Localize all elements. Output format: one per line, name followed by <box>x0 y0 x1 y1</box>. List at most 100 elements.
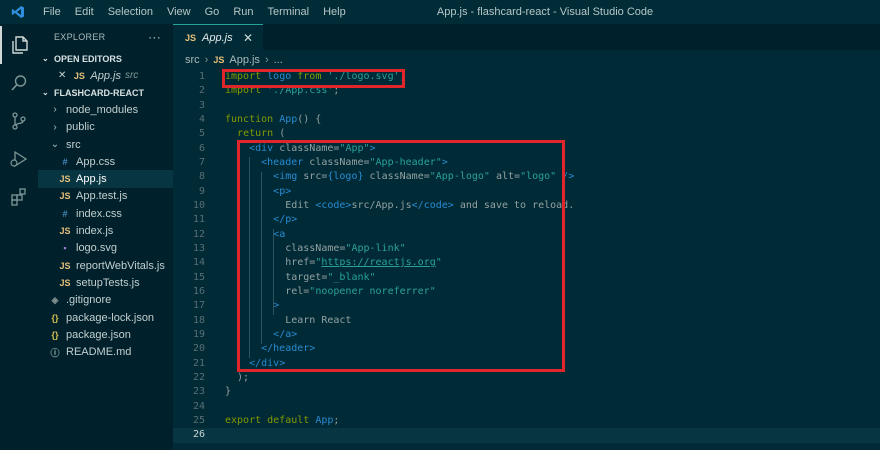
code-token: App <box>279 113 298 125</box>
extensions-activity[interactable] <box>0 178 38 216</box>
tree-item[interactable]: {} package.json <box>38 326 173 343</box>
search-activity[interactable] <box>0 64 38 102</box>
code-line[interactable]: 23} <box>173 385 880 399</box>
close-tab-icon[interactable]: ✕ <box>243 31 253 45</box>
project-label: FLASHCARD-REACT <box>54 87 144 98</box>
indent-guide <box>273 229 274 315</box>
code-line[interactable]: 19 </a> <box>173 328 880 342</box>
info-icon: ⓘ <box>50 347 60 358</box>
code-token: </code> <box>411 199 454 211</box>
more-actions-button[interactable]: ··· <box>148 30 161 44</box>
code-line[interactable]: 5 return ( <box>173 127 880 141</box>
tree-item[interactable]: JS index.js <box>38 222 173 239</box>
tree-item[interactable]: ▪ logo.svg <box>38 240 173 257</box>
code-text: className="App-link" <box>225 242 405 256</box>
open-editors-section[interactable]: ⌄ OPEN EDITORS <box>38 50 173 67</box>
line-number: 4 <box>198 113 205 125</box>
code-line[interactable]: 13 className="App-link" <box>173 242 880 256</box>
code-token: "App" <box>339 142 370 154</box>
open-editor-folder: src <box>124 70 139 82</box>
code-line[interactable]: 15 target="_blank" <box>173 271 880 285</box>
code-token: <header <box>261 156 310 168</box>
js-file-icon: JS <box>185 32 197 43</box>
tree-item[interactable]: ◈ .gitignore <box>38 292 173 309</box>
code-line[interactable]: 21 </div> <box>173 357 880 371</box>
menu-edit[interactable]: Edit <box>68 0 101 24</box>
code-line[interactable]: 9 <p> <box>173 185 880 199</box>
open-editor-item[interactable]: ✕ JS App.js src <box>38 67 173 84</box>
tree-item[interactable]: JS reportWebVitals.js <box>38 257 173 274</box>
code-line[interactable]: 22 ); <box>173 371 880 385</box>
js-file-icon: JS <box>213 55 225 65</box>
code-line[interactable]: 2 import './App.css'; <box>173 84 880 98</box>
code-line[interactable]: 1 import logo from './logo.svg'; <box>173 70 880 84</box>
code-line[interactable]: 6 <div className="App"> <box>173 142 880 156</box>
code-token: <a <box>273 228 286 240</box>
code-token: {logo} <box>327 171 370 183</box>
code-text: Edit <code>src/App.js</code> and save to… <box>225 199 574 213</box>
code-text: } <box>225 385 231 399</box>
js-file-icon: JS <box>59 191 71 202</box>
tree-item[interactable]: JS App.test.js <box>38 188 173 205</box>
tree-item[interactable]: ⌄ src <box>38 136 173 153</box>
line-number: 6 <box>198 142 205 154</box>
tree-item-label: .gitignore <box>66 294 112 307</box>
menu-file[interactable]: File <box>36 0 68 24</box>
code-line[interactable]: 24 <box>173 400 880 414</box>
source-control-activity[interactable] <box>0 102 38 140</box>
explorer-activity[interactable] <box>0 26 38 64</box>
tree-item[interactable]: ⓘ README.md <box>38 343 173 360</box>
breadcrumb-more[interactable]: ... <box>274 54 283 66</box>
tab-label: App.js <box>202 31 233 44</box>
project-section[interactable]: ⌄ FLASHCARD-REACT <box>38 84 173 101</box>
menu-selection[interactable]: Selection <box>101 0 160 24</box>
code-line[interactable]: 18 Learn React <box>173 314 880 328</box>
tree-item[interactable]: {} package-lock.json <box>38 309 173 326</box>
menu-run[interactable]: Run <box>226 0 260 24</box>
code-token: href= <box>225 257 316 269</box>
tree-item[interactable]: › public <box>38 119 173 136</box>
breadcrumb-folder[interactable]: src <box>185 54 200 66</box>
line-number: 2 <box>198 85 205 97</box>
chevron-right-icon: › <box>53 121 57 133</box>
close-icon[interactable]: ✕ <box>58 70 66 81</box>
explorer-header: EXPLORER ··· <box>38 24 173 50</box>
code-line[interactable]: 8 <img src={logo} className="App-logo" a… <box>173 170 880 184</box>
code-line[interactable]: 7 <header className="App-header"> <box>173 156 880 170</box>
code-text: Learn React <box>225 314 351 328</box>
code-token: > <box>273 300 280 312</box>
code-token: from <box>297 71 328 82</box>
code-line[interactable]: 4 function App() { <box>173 113 880 127</box>
run-debug-activity[interactable] <box>0 140 38 178</box>
code-line[interactable]: 3 <box>173 99 880 113</box>
code-token: Edit <box>225 199 316 211</box>
tree-item[interactable]: # index.css <box>38 205 173 222</box>
breadcrumb-file[interactable]: App.js <box>229 54 260 66</box>
menu-view[interactable]: View <box>160 0 198 24</box>
code-line[interactable]: 26 <box>173 428 880 443</box>
code-line[interactable]: 17 > <box>173 299 880 313</box>
code-line[interactable]: 11 </p> <box>173 213 880 227</box>
menu-go[interactable]: Go <box>198 0 227 24</box>
code-line[interactable]: 14 href="https://reactjs.org" <box>173 256 880 270</box>
menu-terminal[interactable]: Terminal <box>261 0 317 24</box>
menu-help[interactable]: Help <box>316 0 353 24</box>
tree-item[interactable]: › node_modules <box>38 101 173 118</box>
code-editor[interactable]: 1 import logo from './logo.svg'; 2 import '… <box>173 70 880 443</box>
json-file-icon: {} <box>51 329 59 340</box>
code-line[interactable]: 25 export default App; <box>173 414 880 428</box>
tab-app-js[interactable]: JS App.js ✕ <box>173 24 263 50</box>
code-line[interactable]: 10 Edit <code>src/App.js</code> and save… <box>173 199 880 213</box>
tree-item[interactable]: JS App.js <box>38 170 173 188</box>
indent-guide <box>249 157 250 358</box>
code-line[interactable]: 12 <a <box>173 228 880 242</box>
code-token: ; <box>399 71 406 82</box>
tree-item[interactable]: # App.css <box>38 153 173 170</box>
code-line[interactable]: 20 </header> <box>173 342 880 356</box>
code-text: rel="noopener noreferrer" <box>225 285 436 299</box>
code-line[interactable]: 16 rel="noopener noreferrer" <box>173 285 880 299</box>
svg-file-icon: ▪ <box>63 243 67 254</box>
tree-item[interactable]: JS setupTests.js <box>38 274 173 291</box>
